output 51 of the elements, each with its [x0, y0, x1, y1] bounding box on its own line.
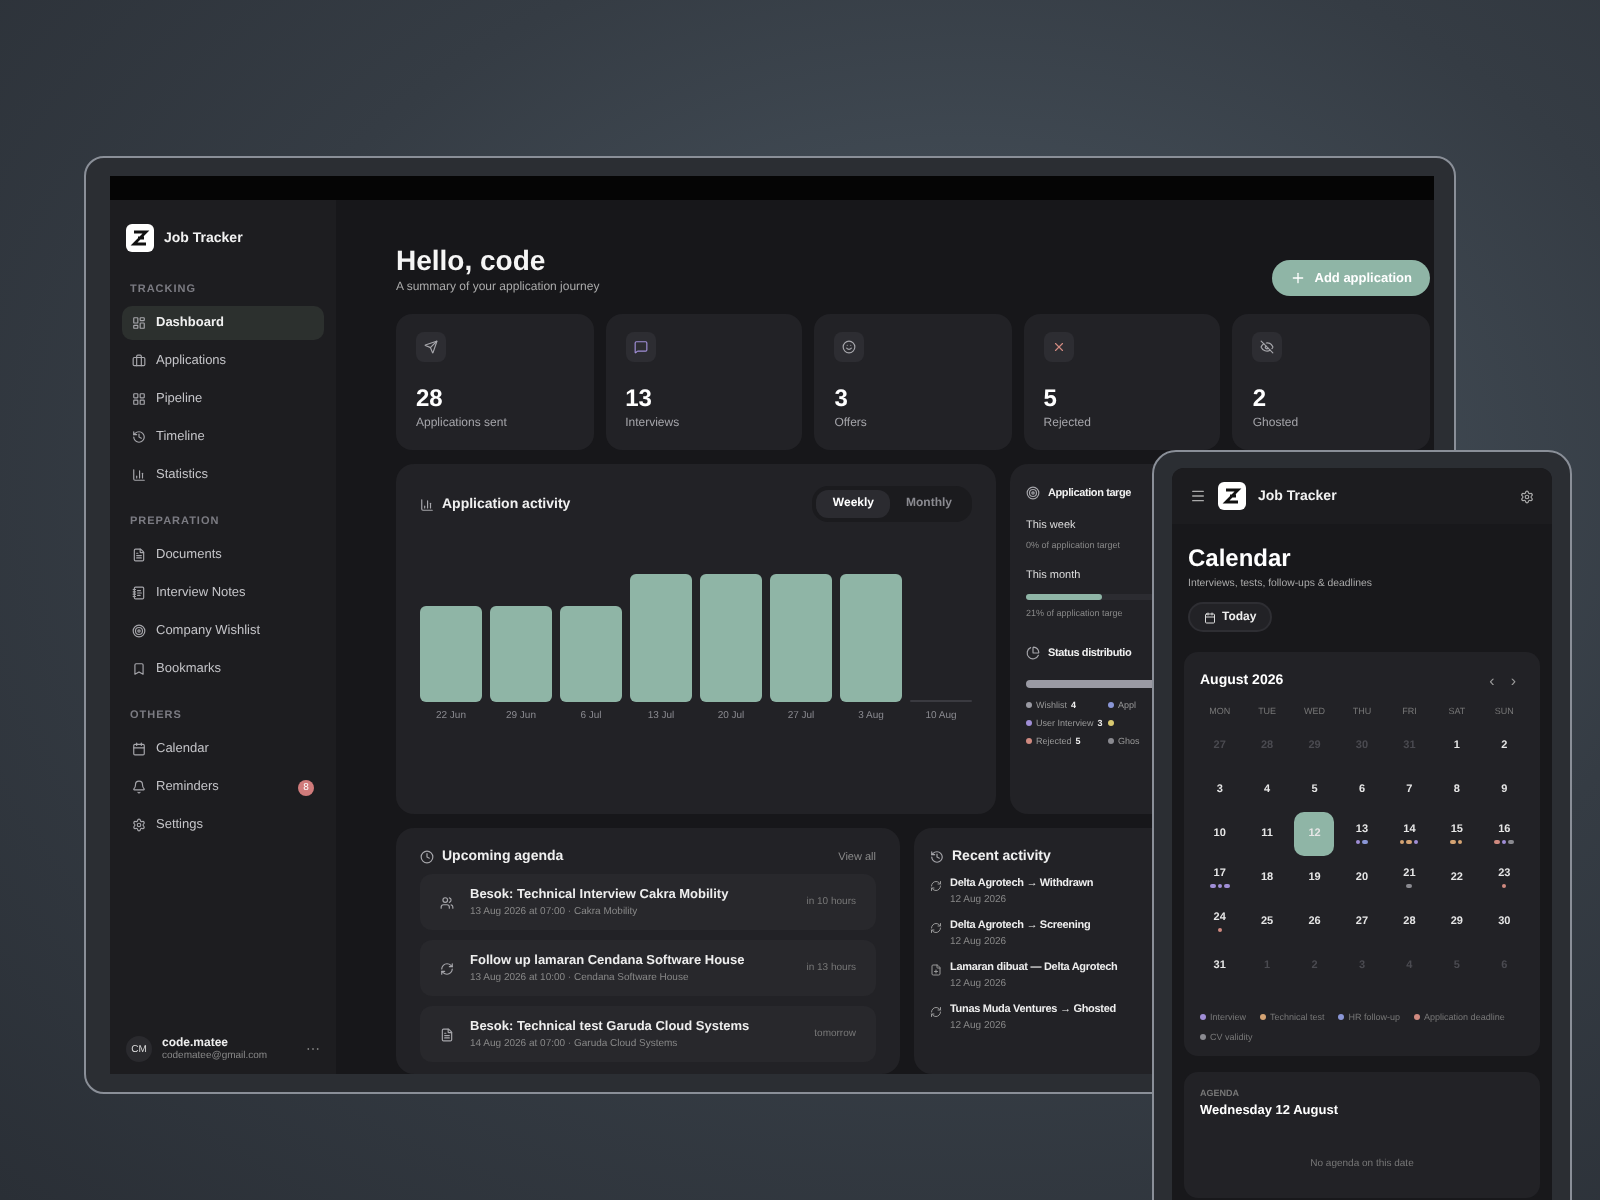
notebook-icon: [132, 586, 146, 600]
document-icon: [132, 548, 146, 562]
document-icon: [440, 1027, 454, 1041]
settings-icon: [132, 818, 146, 832]
activity-bar: [630, 574, 692, 702]
next-button[interactable]: ›: [1502, 672, 1524, 690]
eye-off-icon: [1252, 332, 1283, 362]
close-icon: [1043, 332, 1074, 362]
history-icon: [930, 850, 944, 864]
refresh-icon: [930, 922, 942, 934]
message-icon: [625, 332, 656, 362]
logo-icon: [1218, 482, 1246, 510]
history-icon: [132, 430, 146, 444]
stat-value: 13: [625, 384, 654, 412]
activity-bar: [490, 606, 552, 702]
briefcase-icon: [132, 354, 146, 368]
activity-bar: [560, 606, 622, 702]
target-icon: [132, 624, 146, 638]
refresh-icon: [930, 1006, 942, 1018]
activity-bar: [700, 574, 762, 702]
activity-bar: [840, 574, 902, 702]
page-title: Calendar: [1188, 544, 1293, 572]
stat-value: 5: [1043, 384, 1059, 412]
plus-icon: [1290, 270, 1307, 286]
activity-bar: [770, 574, 832, 702]
grid-icon: [132, 392, 146, 406]
bar-chart-icon: [132, 468, 146, 482]
bar-chart-icon: [420, 497, 434, 511]
dashboard-icon: [132, 316, 146, 330]
refresh-icon: [930, 880, 942, 892]
stat-value: 28: [416, 384, 445, 412]
bell-icon: [132, 780, 146, 794]
calendar-icon: [1204, 611, 1216, 623]
activity-bar: [420, 606, 482, 702]
previous-button[interactable]: ‹: [1481, 672, 1503, 690]
stat-value: 2: [1252, 384, 1269, 412]
refresh-icon: [440, 961, 454, 975]
stat-value: 3: [834, 384, 850, 412]
target-icon: [1026, 486, 1040, 500]
bookmark-icon: [132, 662, 146, 676]
settings-icon[interactable]: [1520, 489, 1534, 503]
page-title: Hello, code: [396, 244, 548, 276]
logo-icon: [126, 224, 154, 252]
calendar-icon: [132, 742, 146, 756]
smile-icon: [834, 332, 865, 362]
file-plus-icon: [930, 964, 942, 976]
send-icon: [416, 332, 446, 362]
clock-icon: [420, 850, 434, 864]
menu-icon[interactable]: [1190, 488, 1206, 504]
people-icon: [440, 895, 454, 909]
pie-chart-icon: [1026, 646, 1040, 660]
